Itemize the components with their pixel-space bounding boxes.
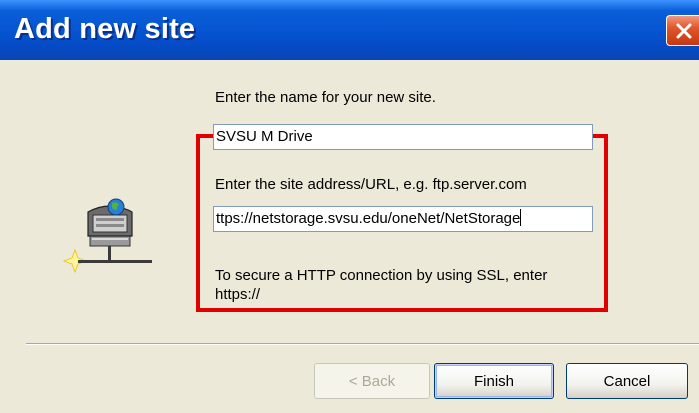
footer-separator bbox=[26, 343, 699, 345]
text-caret bbox=[520, 209, 522, 226]
back-button[interactable]: < Back bbox=[314, 363, 430, 399]
site-url-value: ttps://netstorage.svsu.edu/oneNet/NetSto… bbox=[216, 210, 521, 227]
site-url-label: Enter the site address/URL, e.g. ftp.ser… bbox=[215, 176, 527, 193]
site-url-field[interactable]: ttps://netstorage.svsu.edu/oneNet/NetSto… bbox=[213, 206, 593, 232]
cancel-button[interactable]: Cancel bbox=[566, 363, 688, 399]
site-name-field[interactable]: SVSU M Drive bbox=[213, 124, 593, 150]
dialog-body: Enter the name for your new site. SVSU M… bbox=[0, 60, 699, 413]
close-button[interactable] bbox=[666, 15, 699, 46]
dialog-title: Add new site bbox=[14, 13, 196, 45]
finish-button[interactable]: Finish bbox=[434, 363, 554, 399]
title-bar[interactable]: Add new site bbox=[0, 0, 699, 60]
close-icon bbox=[676, 23, 692, 39]
network-site-icon bbox=[62, 198, 152, 274]
ssl-hint-text: To secure a HTTP connection by using SSL… bbox=[215, 267, 548, 303]
site-name-label: Enter the name for your new site. bbox=[215, 89, 436, 106]
